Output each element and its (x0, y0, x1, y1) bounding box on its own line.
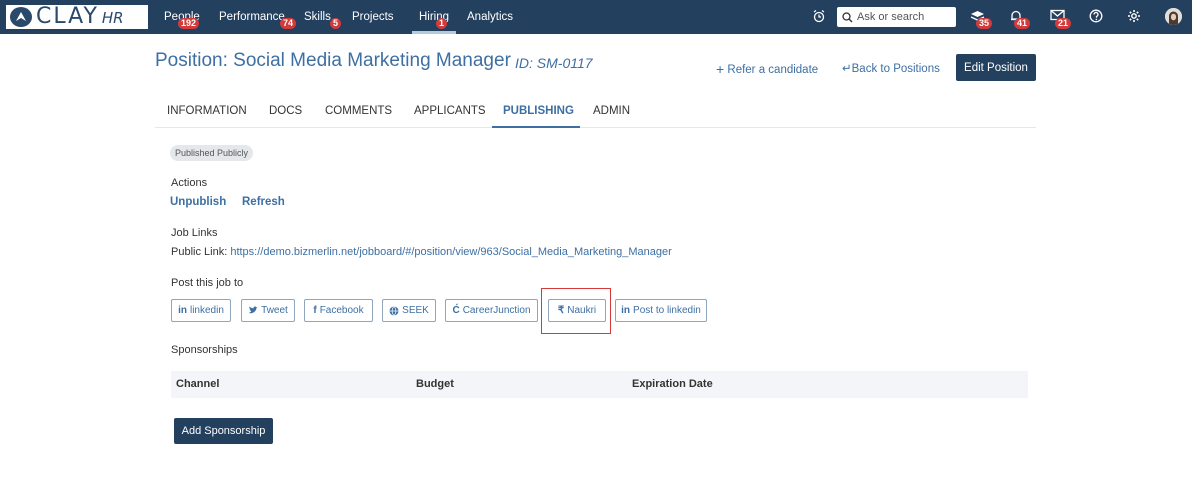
refer-candidate-link[interactable]: + Refer a candidate (716, 61, 818, 77)
search-input[interactable] (857, 11, 952, 23)
alarm-clock-icon[interactable] (811, 9, 827, 25)
position-tabs: INFORMATION DOCS COMMENTS APPLICANTS PUB… (155, 98, 1036, 128)
notifications-count-badge: 41 (1014, 18, 1031, 29)
globe-icon (389, 305, 399, 316)
tab-applicants[interactable]: APPLICANTS (414, 105, 486, 117)
share-facebook-button[interactable]: f Facebook (304, 299, 373, 322)
public-link-url[interactable]: https://demo.bizmerlin.net/jobboard/#/po… (230, 246, 671, 258)
post-to-linkedin-button[interactable]: in Post to linkedin (615, 299, 707, 322)
sponsorships-heading: Sponsorships (171, 344, 238, 356)
page-title: Position: Social Media Marketing Manager (155, 50, 511, 71)
job-links-heading: Job Links (171, 227, 218, 239)
careerjunction-icon: Ć (452, 305, 460, 316)
tab-publishing[interactable]: PUBLISHING (503, 105, 574, 117)
unpublish-link[interactable]: Unpublish (170, 196, 226, 208)
naukri-highlight-box (541, 288, 611, 334)
help-icon[interactable] (1088, 9, 1104, 25)
tab-docs[interactable]: DOCS (269, 105, 302, 117)
logo-text: CLAY HR (36, 3, 124, 29)
search-icon (842, 11, 853, 22)
twitter-icon (249, 306, 258, 314)
messages-count-badge: 21 (1055, 18, 1072, 29)
people-count-badge: 192 (178, 18, 200, 29)
add-sponsorship-button[interactable]: Add Sponsorship (174, 418, 273, 444)
hiring-count-badge: 1 (436, 18, 448, 29)
public-link-row: Public Link: https://demo.bizmerlin.net/… (171, 246, 672, 258)
tab-information[interactable]: INFORMATION (167, 105, 247, 117)
post-job-heading: Post this job to (171, 277, 244, 289)
column-header-budget: Budget (416, 378, 454, 390)
column-header-expiration-date: Expiration Date (632, 378, 713, 390)
learning-count-badge: 35 (976, 18, 993, 29)
skills-count-badge: 5 (330, 18, 342, 29)
back-to-positions-link[interactable]: ↵Back to Positions (842, 61, 940, 75)
share-careerjunction-button[interactable]: Ć CareerJunction (445, 299, 538, 322)
nav-item-analytics[interactable]: Analytics (467, 0, 513, 34)
nav-item-hiring[interactable]: Hiring (412, 0, 456, 34)
nav-item-performance[interactable]: Performance (219, 0, 285, 34)
share-linkedin-button[interactable]: in linkedin (171, 299, 231, 322)
public-link-label: Public Link: (171, 246, 228, 258)
linkedin-icon: in (178, 305, 187, 316)
actions-heading: Actions (171, 177, 208, 189)
nav-item-projects[interactable]: Projects (352, 0, 394, 34)
status-badge: Published Publicly (170, 145, 254, 161)
share-seek-button[interactable]: SEEK (382, 299, 436, 322)
clayhr-logo[interactable]: CLAY HR (6, 5, 148, 29)
tab-comments[interactable]: COMMENTS (325, 105, 392, 117)
plus-icon: + (716, 61, 725, 77)
share-twitter-button[interactable]: Tweet (241, 299, 295, 322)
settings-gear-icon[interactable] (1126, 9, 1142, 25)
refresh-link[interactable]: Refresh (242, 196, 285, 208)
active-tab-indicator (492, 126, 580, 128)
performance-count-badge: 74 (280, 18, 297, 29)
logo-mark-icon (10, 7, 32, 27)
linkedin-icon: in (621, 305, 631, 316)
facebook-icon: f (313, 305, 317, 316)
nav-item-skills[interactable]: Skills (304, 0, 331, 34)
tab-admin[interactable]: ADMIN (593, 105, 630, 117)
top-navbar: CLAY HR People 192 Performance 74 Skills … (0, 0, 1192, 34)
edit-position-button[interactable]: Edit Position (956, 54, 1036, 81)
global-search[interactable] (837, 7, 956, 27)
sponsorships-table-header: Channel Budget Expiration Date (171, 371, 1028, 398)
user-avatar[interactable] (1165, 8, 1182, 25)
position-id: ID: SM-0117 (515, 55, 593, 71)
return-arrow-icon: ↵ (842, 63, 852, 75)
column-header-channel: Channel (176, 378, 220, 390)
